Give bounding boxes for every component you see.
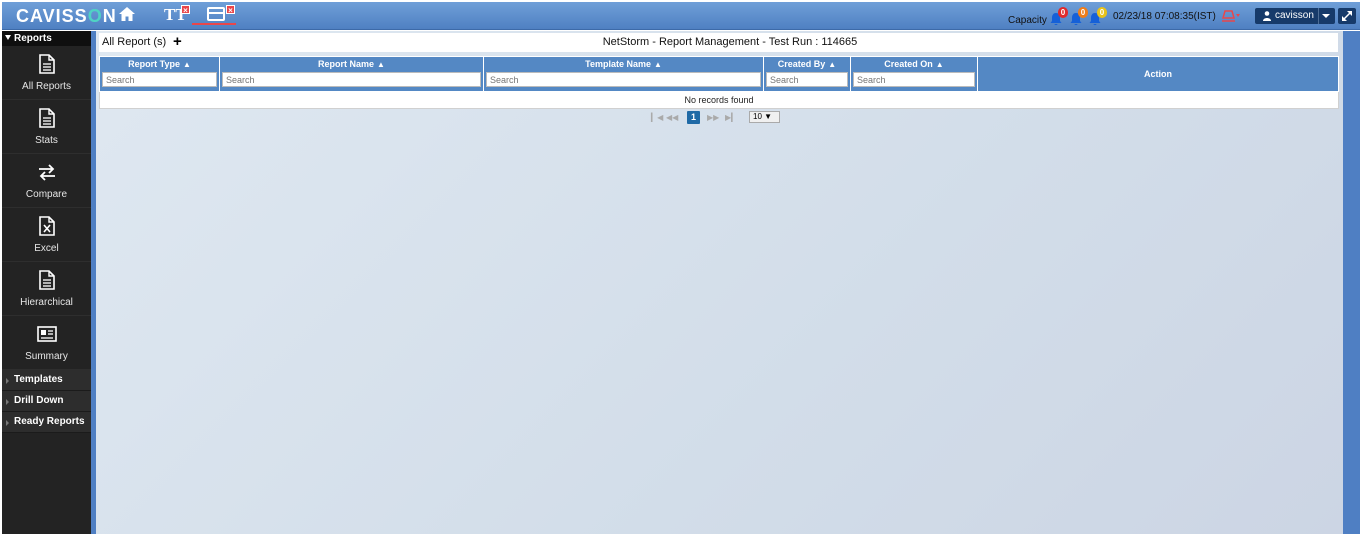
alert-count-badge: 0 <box>1097 7 1107 18</box>
sidebar-item-label: Hierarchical <box>20 297 73 308</box>
right-border <box>1343 31 1360 534</box>
caret-down-icon <box>5 35 11 40</box>
first-page-icon[interactable]: ▎◀︎ <box>651 112 663 123</box>
sidebar-section-ready-reports[interactable]: Ready Reports <box>2 412 91 433</box>
sidebar: Reports All Reports Stats Compare Excel … <box>2 31 91 534</box>
previous-page-icon[interactable]: ◀︎◀︎ <box>666 112 678 123</box>
sidebar-heading-reports[interactable]: Reports <box>2 31 91 46</box>
sidebar-item-label: Stats <box>35 135 58 146</box>
theme-bucket-icon[interactable] <box>1222 9 1240 23</box>
active-tab-indicator <box>192 23 236 25</box>
sidebar-item-compare[interactable]: Compare <box>2 154 91 208</box>
sidebar-item-label: Summary <box>25 351 68 362</box>
next-page-icon[interactable]: ▶︎▶︎ <box>707 112 719 123</box>
column-header-report-type[interactable]: Report Type ▲︎ <box>99 56 220 92</box>
sidebar-item-hierarchical[interactable]: Hierarchical <box>2 262 91 316</box>
sort-icon[interactable]: ▲︎ <box>377 60 385 69</box>
empty-message: No records found <box>99 91 1339 109</box>
username-label: cavisson <box>1275 10 1314 21</box>
column-header-action: Action <box>977 56 1339 92</box>
created-on-search-input[interactable] <box>853 72 975 87</box>
reports-table: Report Type▲︎ Report Name▲︎ Template Nam… <box>99 56 1339 109</box>
sidebar-item-label: Compare <box>25 189 68 200</box>
sidebar-item-summary[interactable]: Summary <box>2 316 91 370</box>
document-icon <box>39 54 55 74</box>
sort-icon[interactable]: ▲︎ <box>828 60 836 69</box>
column-header-created-by[interactable]: Created By ▲︎ <box>763 56 851 92</box>
cavisson-logo: CAVISSON <box>16 6 117 26</box>
column-header-created-on[interactable]: Created On ▲︎ <box>850 56 978 92</box>
main-content: All Report (s) + NetStorm - Report Manag… <box>96 31 1343 534</box>
rows-per-page-select[interactable]: 10 ▼ <box>749 111 780 123</box>
top-bar: CAVISSON TT × × Capacity 0 0 0 02/23/18 … <box>2 2 1360 30</box>
alert-count-badge: 0 <box>1078 7 1088 18</box>
swap-arrows-icon <box>39 164 55 181</box>
table-header-row: Report Type▲︎ Report Name▲︎ Template Nam… <box>99 56 1339 92</box>
fullscreen-button[interactable] <box>1338 8 1356 24</box>
sidebar-item-stats[interactable]: Stats <box>2 100 91 154</box>
sidebar-item-all-reports[interactable]: All Reports <box>2 46 91 100</box>
sort-icon[interactable]: ▲︎ <box>654 60 662 69</box>
close-tab-icon[interactable]: × <box>181 5 190 15</box>
created-by-search-input[interactable] <box>766 72 848 87</box>
table-row: No records found <box>99 91 1339 109</box>
sidebar-item-label: All Reports <box>22 81 71 92</box>
page-title: NetStorm - Report Management - Test Run … <box>602 36 858 48</box>
capacity-label: Capacity <box>1008 15 1047 26</box>
report-type-search-input[interactable] <box>102 72 217 87</box>
sort-icon[interactable]: ▲︎ <box>936 60 944 69</box>
column-header-report-name[interactable]: Report Name ▲︎ <box>219 56 484 92</box>
document-icon <box>39 108 55 128</box>
expand-icon <box>1342 11 1352 21</box>
alert-count-badge: 0 <box>1058 7 1068 18</box>
current-page-button[interactable]: 1 <box>687 111 700 124</box>
user-menu-button[interactable]: cavisson <box>1255 8 1335 24</box>
sidebar-item-label: Excel <box>34 243 59 254</box>
close-tab-icon[interactable]: × <box>226 5 235 15</box>
template-name-search-input[interactable] <box>486 72 761 87</box>
user-icon <box>1263 11 1271 21</box>
newspaper-icon <box>37 326 57 342</box>
sidebar-section-drill-down[interactable]: Drill Down <box>2 391 91 412</box>
excel-file-icon <box>39 216 55 236</box>
report-tab-icon[interactable] <box>207 7 225 21</box>
report-name-search-input[interactable] <box>222 72 481 87</box>
panel-header: All Report (s) + NetStorm - Report Manag… <box>99 33 1338 52</box>
column-header-template-name[interactable]: Template Name ▲︎ <box>483 56 764 92</box>
sidebar-item-excel[interactable]: Excel <box>2 208 91 262</box>
server-datetime: 02/23/18 07:08:35(IST) <box>1113 11 1216 22</box>
sort-icon[interactable]: ▲︎ <box>183 60 191 69</box>
last-page-icon[interactable]: ▶︎▎ <box>725 112 737 123</box>
sidebar-section-templates[interactable]: Templates <box>2 370 91 391</box>
chevron-down-icon[interactable] <box>1318 8 1332 24</box>
home-icon[interactable] <box>118 6 136 22</box>
document-icon <box>39 270 55 290</box>
